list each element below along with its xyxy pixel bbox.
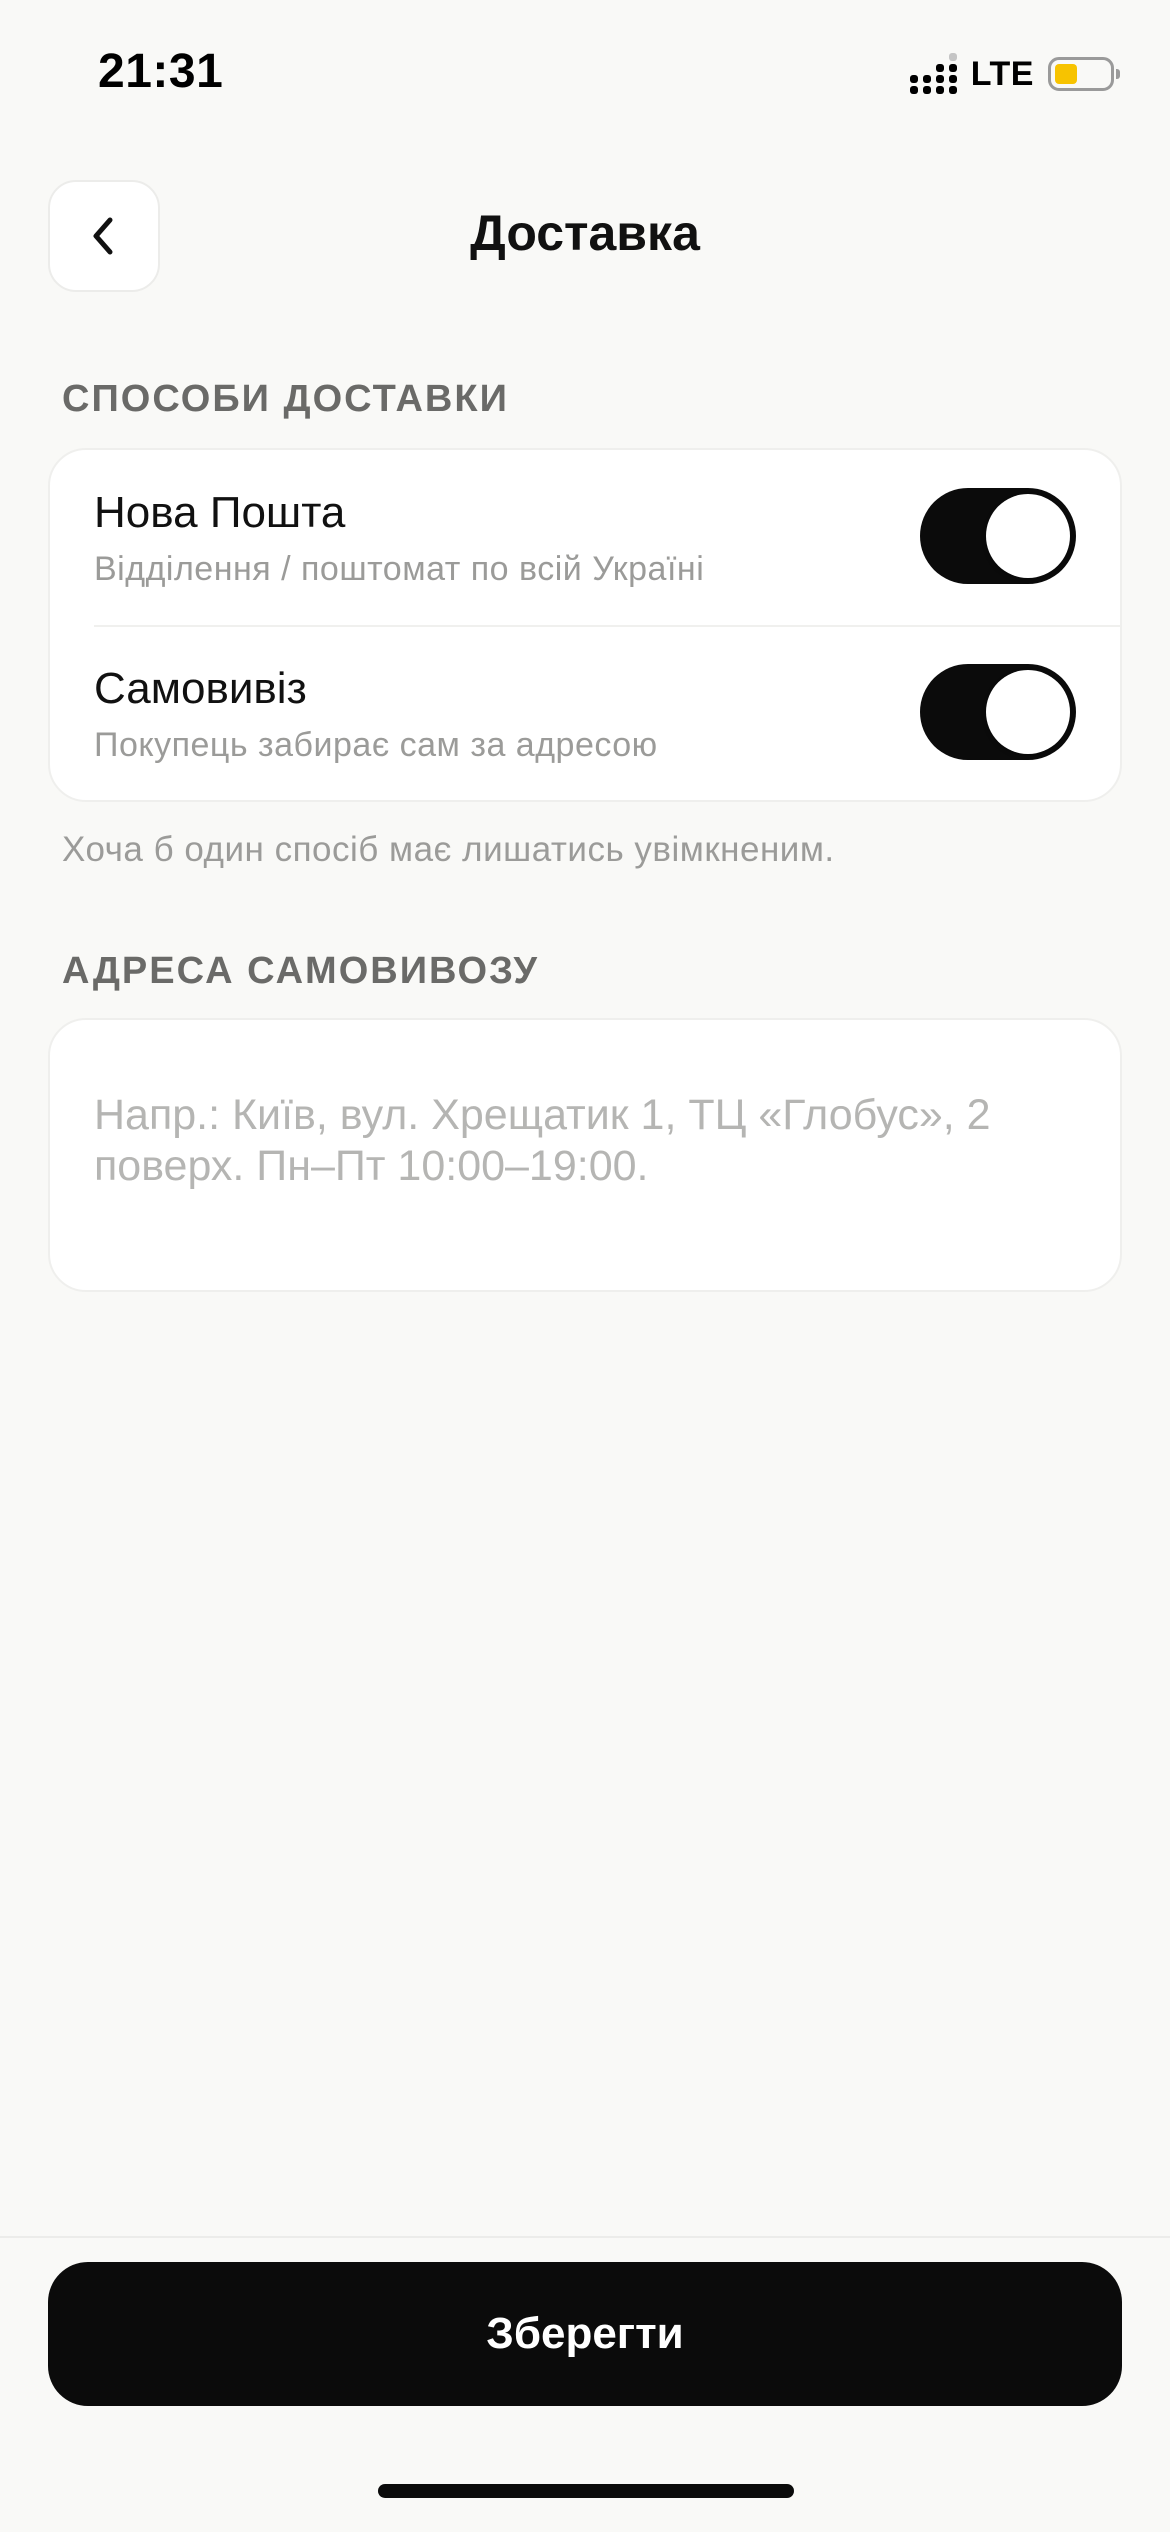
pickup-address-card xyxy=(48,1018,1122,1292)
status-bar: 21:31 LTE xyxy=(0,0,1170,150)
delivery-method-subtitle: Покупець забирає сам за адресою xyxy=(94,726,658,764)
status-indicators: LTE xyxy=(909,52,1120,96)
toggle-knob xyxy=(986,494,1070,578)
pickup-address-input[interactable] xyxy=(94,1090,1094,1240)
nova-poshta-toggle[interactable] xyxy=(920,488,1076,584)
delivery-method-title: Самовивіз xyxy=(94,664,307,713)
delivery-methods-card: Нова Пошта Відділення / поштомат по всій… xyxy=(48,448,1122,802)
battery-fill xyxy=(1055,64,1077,84)
pickup-toggle[interactable] xyxy=(920,664,1076,760)
status-time: 21:31 xyxy=(98,45,224,98)
network-type-label: LTE xyxy=(970,54,1034,93)
delivery-method-subtitle: Відділення / поштомат по всій Україні xyxy=(94,550,705,588)
home-indicator[interactable] xyxy=(378,2484,794,2498)
navigation-bar: Доставка xyxy=(0,180,1170,294)
delivery-method-title: Нова Пошта xyxy=(94,488,346,537)
footer-divider xyxy=(0,2236,1170,2238)
signal-bars-icon xyxy=(909,53,957,94)
delivery-methods-section-title: СПОСОБИ ДОСТАВКИ xyxy=(62,378,509,420)
page-title: Доставка xyxy=(470,205,700,261)
delivery-methods-hint: Хоча б один спосіб має лишатись увімкнен… xyxy=(62,830,835,869)
save-button[interactable]: Зберегти xyxy=(48,2262,1122,2406)
battery-low-icon xyxy=(1048,57,1120,91)
delivery-method-nova-poshta: Нова Пошта Відділення / поштомат по всій… xyxy=(50,450,1120,627)
toggle-knob xyxy=(986,670,1070,754)
delivery-method-pickup: Самовивіз Покупець забирає сам за адресо… xyxy=(50,626,1120,802)
pickup-address-section-title: АДРЕСА САМОВИВОЗУ xyxy=(62,950,540,992)
